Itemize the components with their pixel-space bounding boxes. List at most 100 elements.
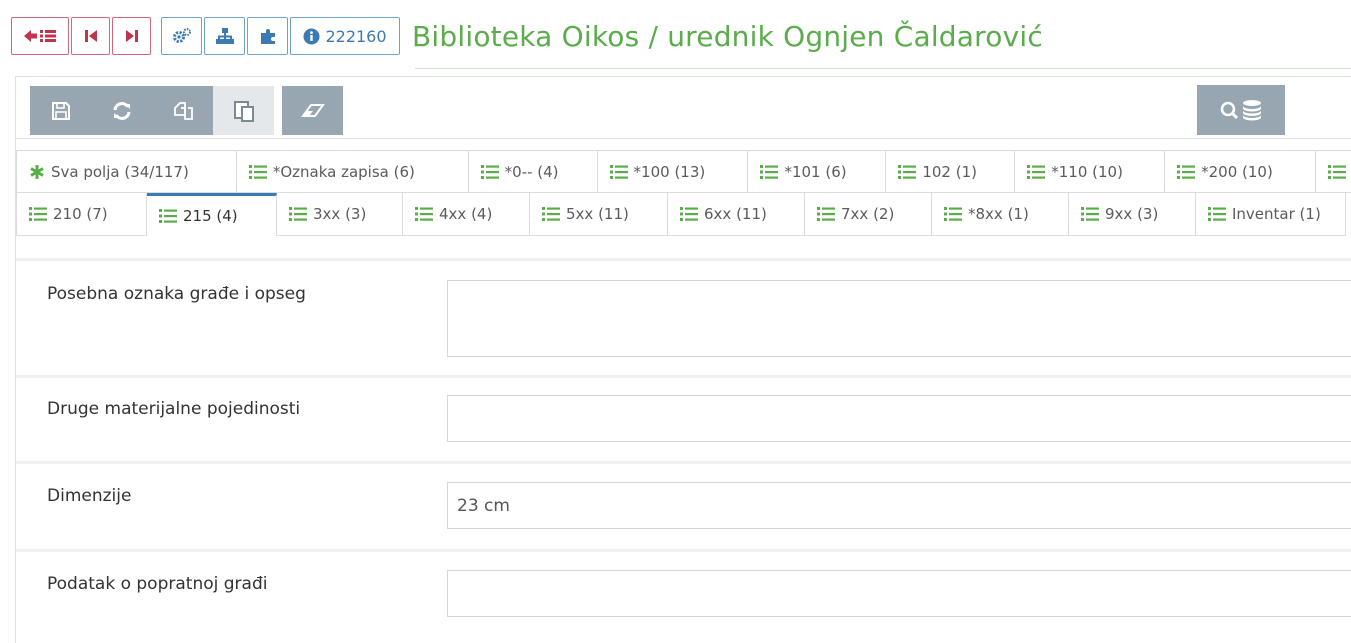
toolbar	[16, 77, 1351, 139]
list-icon	[1027, 164, 1046, 180]
list-icon	[415, 206, 433, 222]
tab-9xx[interactable]: 9xx (3)	[1069, 193, 1196, 236]
info-icon	[303, 28, 320, 44]
tab-label: 6xx (11)	[704, 205, 767, 223]
accompanying-material-input[interactable]	[447, 570, 1351, 617]
tab-110[interactable]: *110 (10)	[1015, 150, 1166, 193]
tab-200[interactable]: *200 (10)	[1165, 150, 1317, 193]
editor-panel: Sva polja (34/117) *Oznaka zapisa (6) *0…	[15, 76, 1351, 643]
last-record-button[interactable]	[112, 17, 151, 55]
field-label: Druge materijalne pojedinosti	[47, 399, 301, 419]
title-underline	[415, 68, 1351, 69]
tab-100[interactable]: *100 (13)	[597, 150, 749, 193]
copy-icon	[173, 101, 193, 120]
back-list-icon	[24, 30, 56, 42]
list-icon	[760, 164, 779, 180]
list-icon	[898, 164, 917, 180]
tab-210[interactable]: 210 (7)	[16, 193, 147, 236]
list-icon	[817, 206, 835, 222]
tab-4xx[interactable]: 4xx (4)	[403, 193, 530, 236]
tab-label: 9xx (3)	[1105, 205, 1159, 223]
list-icon	[248, 164, 267, 180]
list-icon	[1081, 206, 1099, 222]
record-id: 222160	[325, 26, 387, 46]
eraser-icon	[300, 103, 325, 117]
paste-button[interactable]	[213, 86, 274, 135]
tab-record-label[interactable]: *Oznaka zapisa (6)	[236, 150, 469, 193]
list-icon	[289, 206, 307, 222]
tab-6xx[interactable]: 6xx (11)	[668, 193, 805, 236]
sitemap-icon	[215, 28, 234, 44]
list-icon	[680, 206, 698, 222]
copy-button[interactable]	[152, 86, 213, 135]
back-to-list-button[interactable]	[11, 17, 69, 55]
tab-label: *8xx (1)	[968, 205, 1029, 223]
field-form: Posebna oznaka građe i opseg Druge mater…	[16, 258, 1351, 639]
search-database-button[interactable]	[1197, 85, 1285, 135]
field-row: Posebna oznaka građe i opseg	[16, 258, 1351, 375]
tab-bar: Sva polja (34/117) *Oznaka zapisa (6) *0…	[16, 150, 1351, 236]
tab-label: Inventar (1)	[1232, 205, 1321, 223]
list-icon	[1208, 206, 1226, 222]
tab-label: *0-- (4)	[504, 162, 559, 181]
tab-102[interactable]: 102 (1)	[886, 150, 1016, 193]
tab-5xx[interactable]: 5xx (11)	[530, 193, 668, 236]
tab-label: *101 (6)	[784, 162, 847, 181]
tab-label: 5xx (11)	[566, 205, 629, 223]
field-row: Druge materijalne pojedinosti	[16, 375, 1351, 461]
list-icon	[159, 208, 177, 224]
tab-row-2: 210 (7) 215 (4) 3xx (3) 4xx (4) 5xx (11)…	[16, 193, 1351, 236]
dimensions-input[interactable]: 23 cm	[447, 482, 1351, 529]
list-icon	[609, 164, 628, 180]
toolbar-group	[30, 86, 343, 135]
tab-overflow[interactable]	[1316, 150, 1351, 193]
list-icon	[29, 206, 47, 222]
record-id-button[interactable]: 222160	[290, 17, 400, 55]
tab-inventar[interactable]: Inventar (1)	[1196, 193, 1346, 236]
plugin-button[interactable]	[247, 17, 288, 55]
tab-label: *110 (10)	[1051, 162, 1123, 181]
step-backward-icon	[84, 30, 97, 42]
tab-8xx[interactable]: *8xx (1)	[932, 193, 1069, 236]
tab-101[interactable]: *101 (6)	[748, 150, 887, 193]
hierarchy-button[interactable]	[204, 17, 245, 55]
first-record-button[interactable]	[71, 17, 110, 55]
tab-label: *100 (13)	[633, 162, 706, 181]
asterisk-icon	[29, 164, 45, 180]
tab-all-fields[interactable]: Sva polja (34/117)	[16, 150, 237, 193]
page-title: Biblioteka Oikos / urednik Ognjen Čaldar…	[412, 19, 1043, 53]
field-row: Dimenzije 23 cm	[16, 461, 1351, 549]
field-label: Podatak o popratnoj građi	[47, 574, 268, 594]
clear-button[interactable]	[282, 86, 343, 135]
tab-7xx[interactable]: 7xx (2)	[805, 193, 932, 236]
step-forward-icon	[125, 30, 138, 42]
paste-icon	[233, 100, 254, 122]
tab-label: 4xx (4)	[439, 205, 493, 223]
field-label: Posebna oznaka građe i opseg	[47, 284, 306, 304]
cogs-icon	[172, 28, 191, 43]
refresh-icon	[113, 101, 130, 120]
other-physical-details-input[interactable]	[447, 395, 1351, 442]
tab-label: 210 (7)	[53, 205, 108, 223]
list-icon	[1177, 164, 1196, 180]
puzzle-icon	[260, 29, 275, 44]
search-database-icon	[1220, 100, 1261, 121]
tab-label: *Oznaka zapisa (6)	[272, 162, 415, 181]
refresh-button[interactable]	[91, 86, 152, 135]
list-icon	[480, 164, 499, 180]
list-icon	[1328, 164, 1347, 180]
special-designation-input[interactable]	[447, 280, 1351, 357]
save-button[interactable]	[30, 86, 91, 135]
tab-3xx[interactable]: 3xx (3)	[277, 193, 403, 236]
tab-0xx[interactable]: *0-- (4)	[468, 150, 598, 193]
top-bar: 222160 Biblioteka Oikos / urednik Ognjen…	[11, 12, 1043, 60]
tab-label: 3xx (3)	[313, 205, 367, 223]
tab-label: 215 (4)	[183, 206, 238, 225]
field-row: Podatak o popratnoj građi	[16, 549, 1351, 639]
settings-button[interactable]	[161, 17, 202, 55]
tab-label: *200 (10)	[1201, 162, 1273, 181]
tab-label: 102 (1)	[922, 162, 977, 181]
tab-215[interactable]: 215 (4)	[147, 193, 277, 236]
list-icon	[944, 206, 962, 222]
field-label: Dimenzije	[47, 486, 132, 506]
